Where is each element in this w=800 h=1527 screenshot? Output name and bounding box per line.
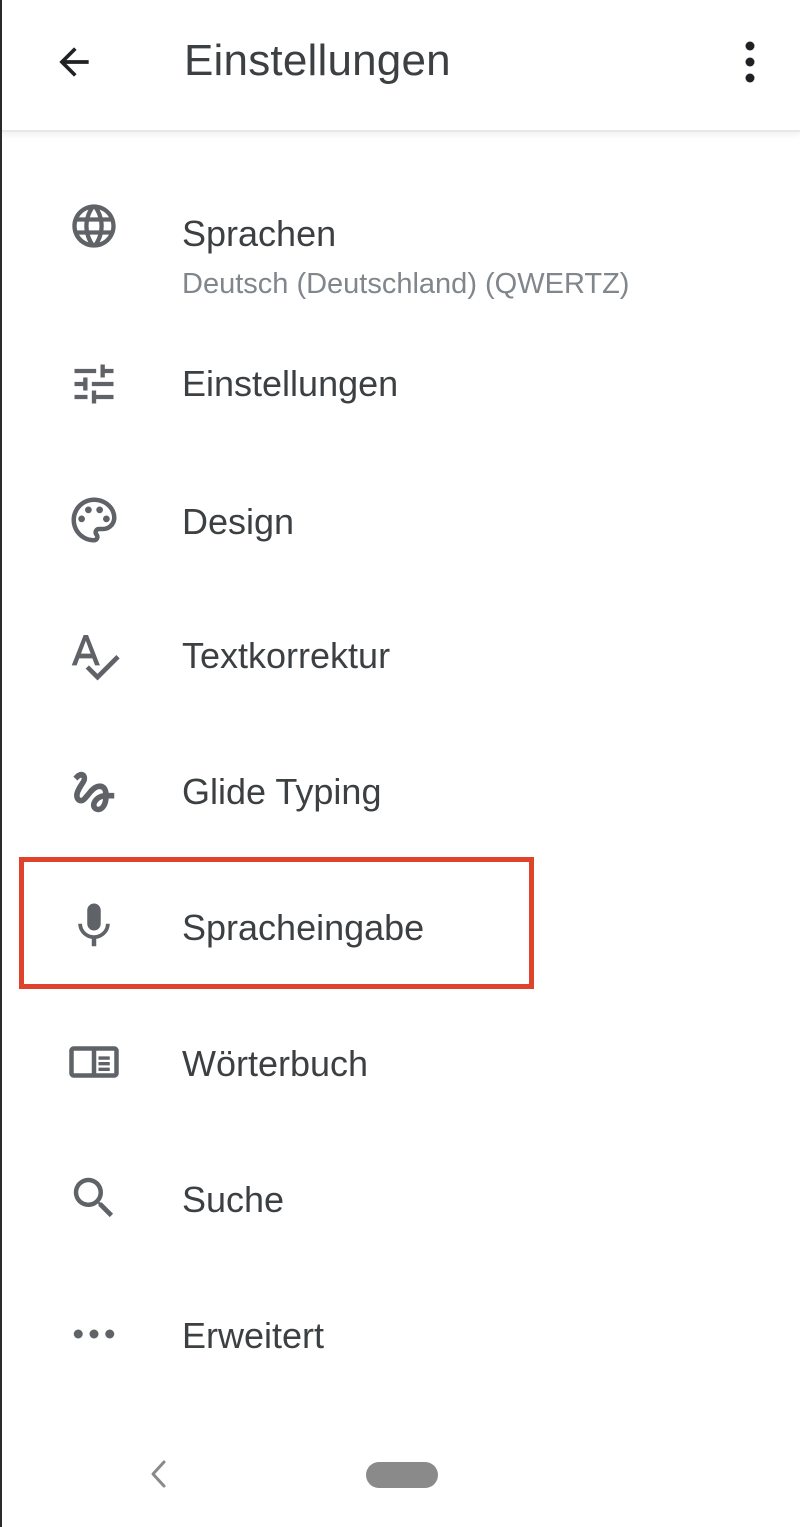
settings-item-textkorrektur[interactable]: Textkorrektur [2, 588, 800, 724]
settings-item-einstellungen[interactable]: Einstellungen [2, 316, 800, 452]
settings-item-label: Erweitert [182, 1315, 325, 1356]
settings-item-label: Einstellungen [182, 363, 399, 404]
settings-item-label: Glide Typing [182, 771, 382, 812]
settings-item-suche[interactable]: Suche [2, 1132, 800, 1268]
settings-item-glide-typing[interactable]: Glide Typing [2, 724, 800, 860]
settings-item-sprachen[interactable]: Sprachen Deutsch (Deutschland) (QWERTZ) [2, 164, 800, 314]
palette-icon [64, 490, 124, 550]
highlight-annotation [19, 857, 534, 989]
home-pill-icon[interactable] [366, 1462, 438, 1488]
spellcheck-icon [64, 626, 124, 686]
settings-item-subtitle: Deutsch (Deutschland) (QWERTZ) [182, 268, 630, 300]
more-horiz-icon [64, 1304, 124, 1364]
nav-back-button[interactable] [142, 1454, 174, 1494]
search-icon [64, 1168, 124, 1228]
settings-item-label: Suche [182, 1179, 285, 1220]
settings-item-woerterbuch[interactable]: Wörterbuch [2, 996, 800, 1132]
back-button[interactable] [42, 32, 106, 92]
tune-icon [64, 354, 124, 414]
settings-item-label: Wörterbuch [182, 1043, 369, 1084]
gesture-icon [64, 762, 124, 822]
page-title: Einstellungen [184, 36, 451, 85]
dictionary-icon [64, 1032, 124, 1092]
globe-icon [64, 196, 124, 256]
settings-item-label: Sprachen [182, 213, 337, 254]
settings-item-erweitert[interactable]: Erweitert [2, 1268, 800, 1404]
arrow-back-icon [59, 47, 89, 77]
overflow-menu-button[interactable] [730, 34, 770, 90]
nav-back-icon [151, 1460, 166, 1488]
app-bar: Einstellungen [2, 0, 800, 132]
settings-item-label: Design [182, 501, 295, 542]
system-nav-bar [2, 1420, 800, 1527]
settings-item-design[interactable]: Design [2, 452, 800, 588]
more-vert-icon [745, 41, 755, 83]
settings-item-label: Textkorrektur [182, 635, 391, 676]
